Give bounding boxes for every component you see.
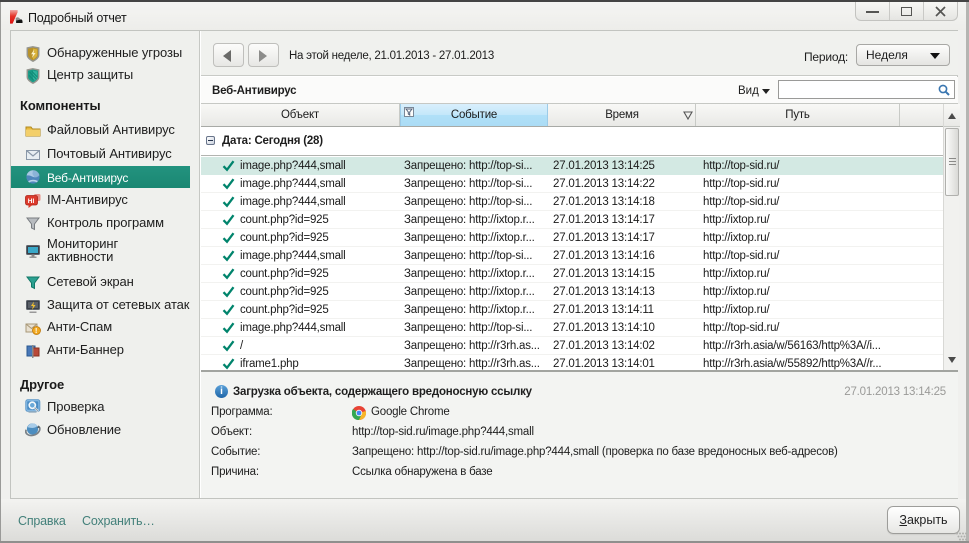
svg-text:!: ! [35,328,37,335]
svg-text:HI: HI [28,198,35,205]
